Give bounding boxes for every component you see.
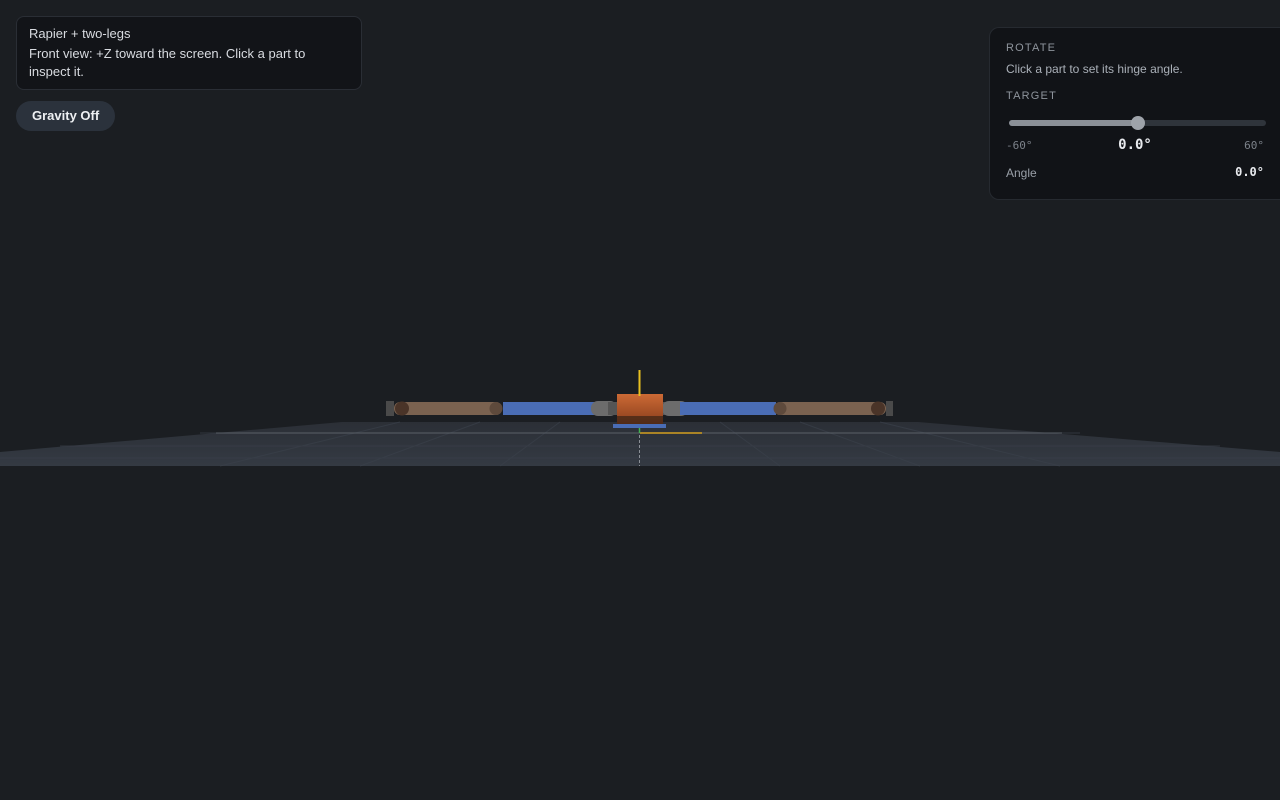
body[interactable]	[613, 394, 666, 428]
target-section-label: TARGET	[1006, 90, 1057, 102]
right-lower-leg[interactable]	[774, 402, 886, 415]
left-ankle-joint[interactable]	[395, 401, 409, 416]
right-ankle-joint[interactable]	[871, 401, 885, 416]
target-angle-slider[interactable]	[1006, 116, 1266, 130]
info-description: Front view: +Z toward the screen. Click …	[29, 46, 306, 79]
rotate-hint: Click a part to set its hinge angle.	[1006, 62, 1183, 76]
info-title: Rapier + two-legs	[29, 26, 131, 41]
left-foot-cap[interactable]	[386, 401, 394, 416]
gravity-toggle-button[interactable]: Gravity Off	[16, 101, 116, 131]
slider-fill	[1009, 120, 1138, 126]
left-hip-bracket[interactable]	[608, 402, 617, 415]
rotate-section-label: ROTATE	[1006, 42, 1057, 54]
right-upper-leg[interactable]	[680, 402, 776, 415]
angle-value: 0.0°	[1235, 165, 1264, 179]
info-panel: Rapier + two-legs Front view: +Z toward …	[16, 16, 362, 90]
slider-max-label: 60°	[1244, 139, 1264, 152]
right-knee-joint[interactable]	[773, 402, 787, 415]
rotate-panel: ROTATE Click a part to set its hinge ang…	[989, 27, 1280, 200]
angle-label: Angle	[1006, 166, 1037, 180]
right-leg[interactable]	[662, 401, 893, 416]
left-upper-leg[interactable]	[503, 402, 599, 415]
left-leg[interactable]	[386, 401, 617, 416]
left-knee-joint[interactable]	[489, 402, 503, 415]
slider-range-row: -60° 0.0° 60°	[1006, 137, 1264, 155]
target-angle-value: 0.0°	[1118, 137, 1152, 153]
angle-readout-row: Angle 0.0°	[1006, 165, 1264, 181]
body-base-plate[interactable]	[613, 424, 666, 428]
right-foot-cap[interactable]	[886, 401, 893, 416]
body-shadow	[617, 416, 663, 424]
left-lower-leg[interactable]	[394, 402, 502, 415]
slider-thumb[interactable]	[1130, 116, 1145, 130]
